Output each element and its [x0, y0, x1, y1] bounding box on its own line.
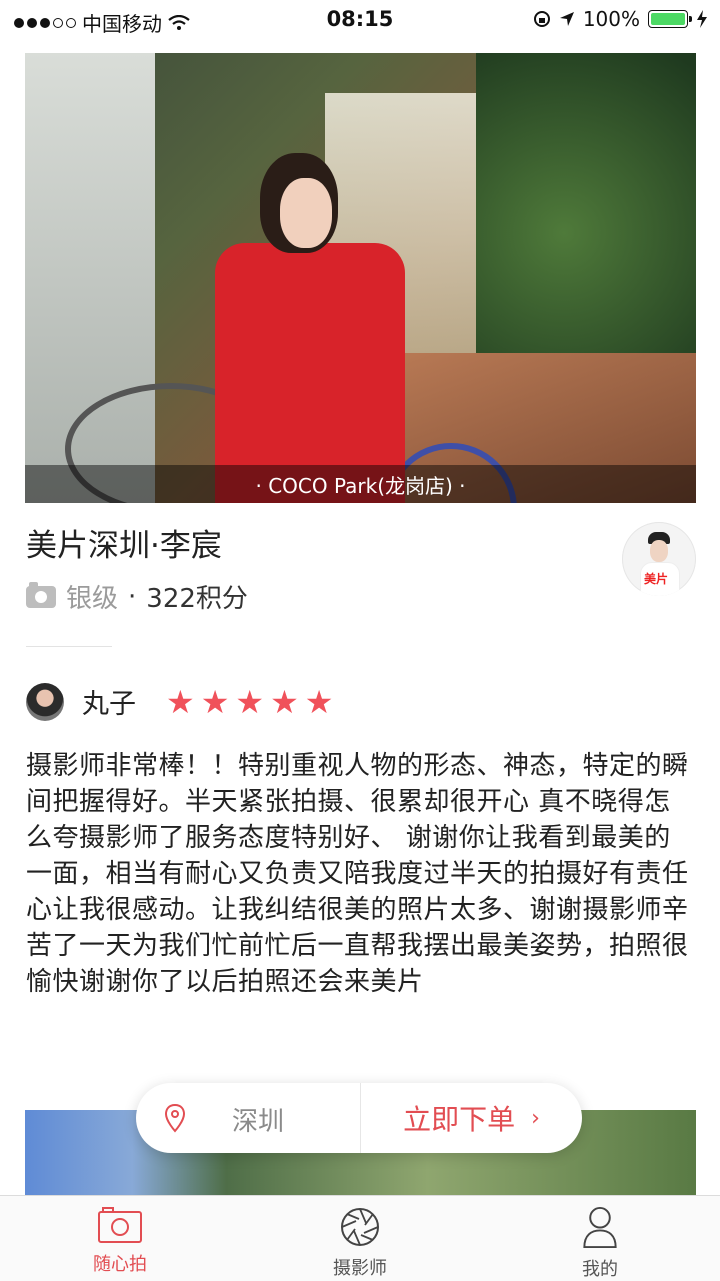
rotation-lock-icon — [533, 11, 550, 27]
aperture-icon — [341, 1208, 379, 1246]
tab-label: 摄影师 — [333, 1258, 387, 1279]
battery-percent: 100% — [582, 7, 640, 31]
camera-icon — [98, 1207, 142, 1243]
tab-bar: 随心拍 摄影师 我的 — [0, 1195, 720, 1281]
avatar-shirt-logo: 美片 — [644, 572, 669, 586]
hero-photo[interactable]: · COCO Park(龙岗店) · — [25, 53, 696, 503]
order-now-button[interactable]: 立即下单 › — [361, 1083, 582, 1153]
photographer-meta: 银级 · 322积分 — [26, 578, 248, 615]
tab-label: 随心拍 — [93, 1254, 147, 1275]
photographer-level: 银级 — [66, 584, 119, 614]
user-icon — [583, 1206, 617, 1249]
tab-photographers[interactable]: 摄影师 — [240, 1196, 480, 1281]
charging-bolt-icon — [697, 10, 707, 28]
status-right: 100% — [533, 7, 708, 31]
photo-red-coat — [215, 243, 405, 503]
battery-fill — [651, 13, 685, 25]
order-now-label: 立即下单 — [403, 1103, 516, 1136]
location-arrow-icon — [559, 12, 574, 26]
location-selector[interactable]: 深圳 — [136, 1083, 360, 1153]
photo-face — [280, 178, 332, 248]
battery-icon — [648, 10, 692, 28]
star-icon: ★ — [200, 682, 230, 721]
location-pin-icon — [164, 1103, 186, 1133]
photographer-name: 美片深圳·李宸 — [26, 528, 222, 564]
section-divider — [26, 646, 112, 647]
meta-separator: · — [128, 581, 137, 612]
rating-stars: ★ ★ ★ ★ ★ — [166, 686, 333, 718]
star-icon: ★ — [270, 682, 299, 721]
location-label: 深圳 — [232, 1107, 285, 1137]
tab-casual-shoot[interactable]: 随心拍 — [0, 1196, 240, 1281]
star-icon: ★ — [304, 682, 334, 721]
photographer-points: 322积分 — [146, 584, 248, 614]
tab-label: 我的 — [582, 1259, 618, 1280]
star-icon: ★ — [235, 682, 265, 721]
photo-location-caption: · COCO Park(龙岗店) · — [25, 465, 696, 503]
chevron-right-icon: › — [531, 1105, 540, 1131]
photographer-avatar[interactable]: 美片 — [622, 522, 696, 596]
status-bar: 中国移动 08:15 100% — [0, 0, 720, 40]
reviewer-row: 丸子 ★ ★ ★ ★ ★ — [26, 682, 333, 721]
tab-mine[interactable]: 我的 — [480, 1196, 720, 1281]
reviewer-name: 丸子 — [82, 689, 136, 720]
reviewer-avatar — [26, 682, 64, 721]
camera-level-icon — [26, 581, 56, 608]
review-text: 摄影师非常棒！！特别重视人物的形态、神态，特定的瞬间把握得好。半天紧张拍摄、很累… — [26, 751, 689, 997]
star-icon: ★ — [166, 682, 195, 721]
order-bar: 深圳 立即下单 › — [136, 1083, 582, 1153]
